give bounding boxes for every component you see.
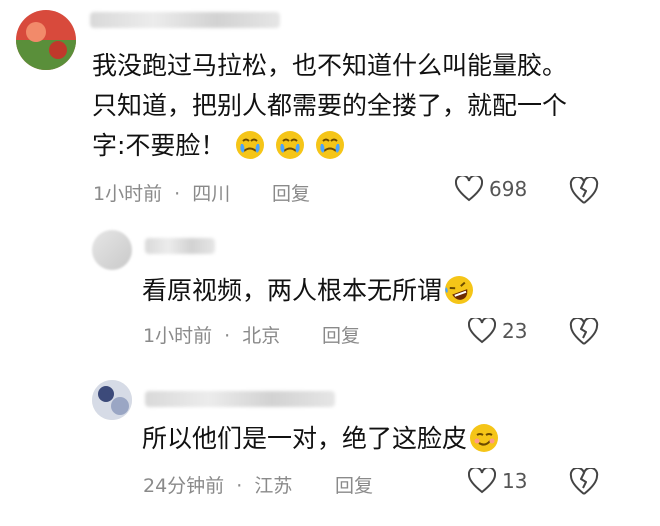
- comment-text: 看原视频，两人根本无所谓: [142, 271, 474, 317]
- comment-text-line-2: 只知道，把别人都需要的全搂了，就配一个: [92, 91, 568, 120]
- broken-heart-icon: [569, 466, 599, 495]
- dislike-button[interactable]: [569, 316, 599, 350]
- like-count: 698: [489, 177, 528, 201]
- reply-button[interactable]: 回复: [322, 321, 360, 348]
- username-blurred[interactable]: [145, 391, 335, 407]
- broken-heart-icon: [569, 175, 599, 204]
- comment-3: 所以他们是一对，绝了这脸皮 24分钟前 · 江苏 回复 13: [0, 365, 660, 526]
- crying-face-icon: [315, 130, 345, 172]
- avatar[interactable]: [92, 230, 132, 270]
- heart-icon: [468, 318, 496, 344]
- comment-text-line-3-label: 字:不要脸！: [92, 131, 226, 160]
- meta-separator: ·: [174, 183, 181, 205]
- comment-text-label: 所以他们是一对，绝了这脸皮: [142, 424, 468, 453]
- comment-text-line-1: 我没跑过马拉松，也不知道什么叫能量胶。: [92, 51, 568, 80]
- like-button[interactable]: 698: [455, 176, 527, 202]
- username-blurred[interactable]: [90, 12, 280, 28]
- username-blurred[interactable]: [145, 238, 215, 254]
- avatar[interactable]: [92, 380, 132, 420]
- dislike-button[interactable]: [569, 175, 599, 209]
- comment-text: 所以他们是一对，绝了这脸皮: [142, 419, 499, 465]
- crying-face-icon: [275, 130, 305, 172]
- meta-separator: ·: [224, 325, 231, 347]
- comment-time: 24分钟前: [143, 475, 225, 497]
- comment-meta: 1小时前 · 北京: [143, 321, 280, 348]
- broken-heart-icon: [569, 316, 599, 345]
- comment-time: 1小时前: [143, 325, 213, 347]
- reply-button[interactable]: 回复: [335, 471, 373, 498]
- smirk-face-icon: [469, 423, 499, 465]
- comment-meta: 1小时前 · 四川: [93, 179, 230, 206]
- comment-location: 江苏: [254, 475, 293, 497]
- comment-location: 北京: [242, 325, 281, 347]
- comment-text-line-3: 字:不要脸！: [92, 126, 345, 172]
- meta-separator: ·: [236, 475, 243, 497]
- heart-icon: [455, 176, 483, 202]
- comment-1: 我没跑过马拉松，也不知道什么叫能量胶。 只知道，把别人都需要的全搂了，就配一个 …: [0, 0, 660, 215]
- crying-face-icon: [235, 130, 265, 172]
- comment-location: 四川: [192, 183, 231, 205]
- like-button[interactable]: 13: [468, 468, 527, 494]
- rofl-face-icon: [444, 275, 474, 317]
- dislike-button[interactable]: [569, 466, 599, 500]
- like-count: 23: [502, 319, 528, 343]
- like-button[interactable]: 23: [468, 318, 527, 344]
- reply-button[interactable]: 回复: [272, 179, 310, 206]
- comment-meta: 24分钟前 · 江苏: [143, 471, 292, 498]
- like-count: 13: [502, 469, 528, 493]
- avatar[interactable]: [16, 10, 76, 70]
- comment-text-label: 看原视频，两人根本无所谓: [142, 276, 443, 305]
- comment-time: 1小时前: [93, 183, 163, 205]
- comment-2: 看原视频，两人根本无所谓 1小时前 · 北京 回复 23: [0, 215, 660, 365]
- heart-icon: [468, 468, 496, 494]
